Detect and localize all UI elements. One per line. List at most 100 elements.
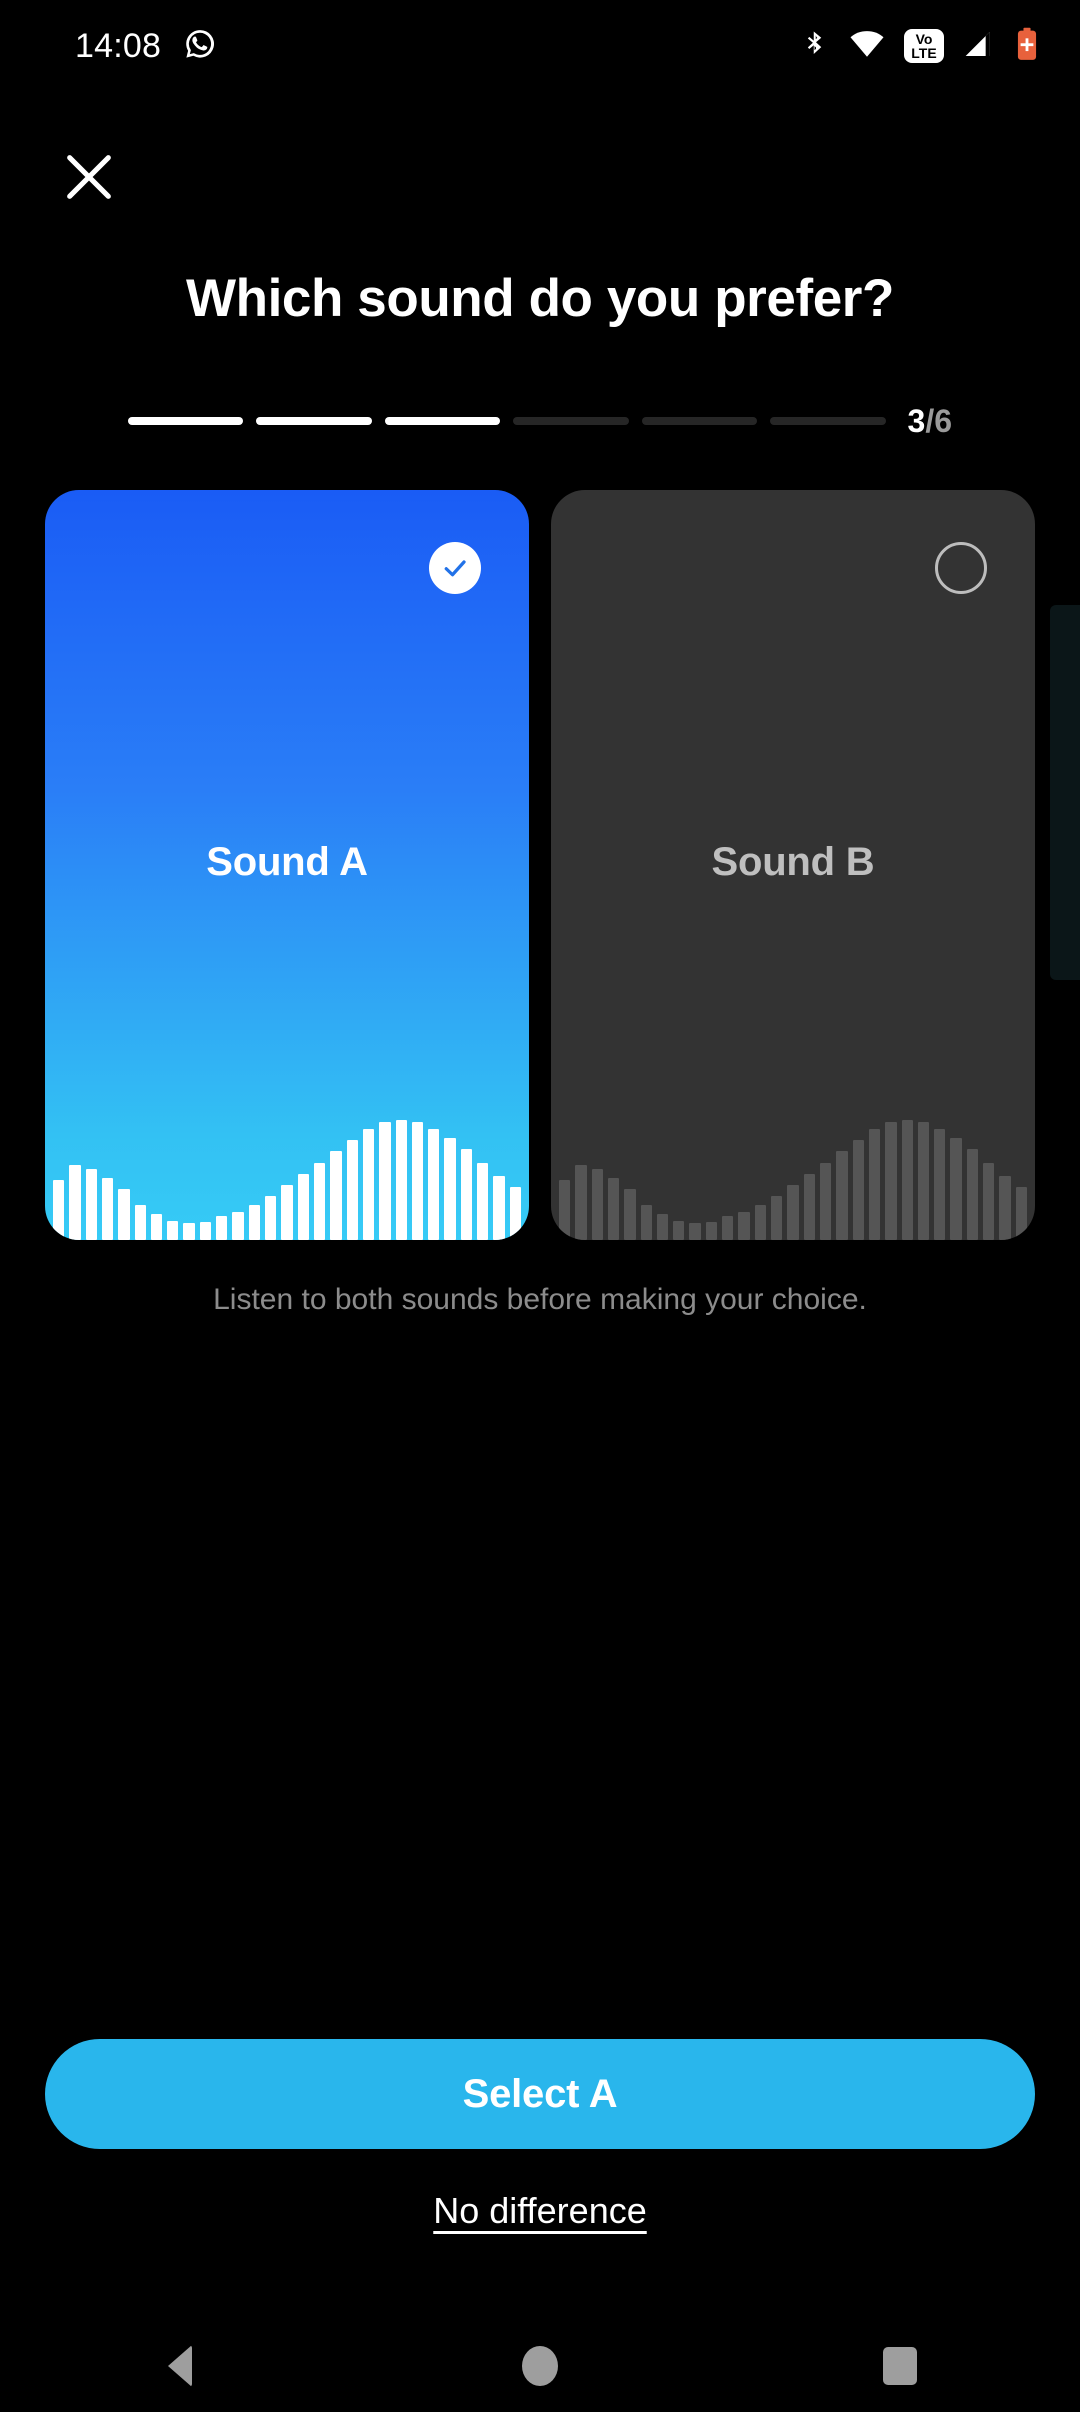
home-circle-icon <box>522 2346 558 2386</box>
waveform-bar <box>52 1180 65 1240</box>
progress-segment <box>384 417 501 425</box>
waveform-bar <box>787 1184 799 1240</box>
back-nav-button[interactable] <box>120 2320 240 2412</box>
waveform-bar <box>346 1140 358 1240</box>
close-button[interactable] <box>50 138 128 216</box>
waveform-bar <box>395 1120 407 1240</box>
volte-top-text: Vo <box>915 31 933 47</box>
sound-a-card[interactable]: Sound A <box>45 490 529 1240</box>
no-difference-link[interactable]: No difference <box>0 2190 1080 2232</box>
waveform-bar <box>232 1211 244 1240</box>
bluetooth-icon <box>800 27 830 66</box>
waveform-bar <box>852 1140 864 1240</box>
sound-b-selected-indicator[interactable] <box>935 542 987 594</box>
waveform-bar <box>477 1162 489 1240</box>
waveform-bar <box>118 1189 130 1240</box>
status-bar-clock: 14:08 <box>75 26 162 65</box>
waveform-bar <box>265 1196 277 1240</box>
progress-segment <box>128 417 244 425</box>
waveform-bar <box>722 1216 734 1240</box>
waveform-bar <box>819 1162 832 1240</box>
waveform-bar <box>69 1164 81 1240</box>
waveform-bar <box>313 1162 326 1240</box>
step-current: 3 <box>907 402 926 439</box>
waveform-bar <box>836 1151 848 1240</box>
waveform-bar <box>85 1169 97 1240</box>
sound-b-label: Sound B <box>711 840 875 884</box>
sound-a-label: Sound A <box>206 840 368 884</box>
select-a-button[interactable]: Select A <box>45 2039 1035 2149</box>
progress-segment <box>770 417 886 425</box>
status-bar-right: Vo LTE <box>800 27 1040 66</box>
waveform-bar <box>379 1122 391 1240</box>
progress-segments <box>128 417 886 425</box>
waveform-bar <box>150 1214 163 1240</box>
check-icon <box>444 560 466 577</box>
waveform-bar <box>966 1149 979 1240</box>
cellular-signal-icon <box>963 28 995 65</box>
waveform-bar <box>607 1178 620 1240</box>
waveform-bar <box>167 1220 179 1240</box>
waveform-bar <box>101 1178 114 1240</box>
waveform-bar <box>738 1211 750 1240</box>
step-total: /6 <box>925 402 952 439</box>
status-bar-left: 14:08 <box>75 27 217 66</box>
waveform-bar <box>575 1164 587 1240</box>
back-triangle-icon <box>168 2345 192 2387</box>
waveform-bar <box>934 1128 946 1240</box>
waveform-bar <box>950 1137 962 1240</box>
waveform-bar <box>558 1180 571 1240</box>
offscreen-panel-edge <box>1050 605 1080 980</box>
whatsapp-icon <box>183 27 217 66</box>
recents-nav-button[interactable] <box>840 2320 960 2412</box>
waveform-bar <box>885 1122 897 1240</box>
waveform-bar <box>803 1173 815 1240</box>
waveform-bar <box>917 1122 930 1240</box>
waveform-bar <box>771 1196 783 1240</box>
status-bar: 14:08 Vo LTE <box>0 0 1080 92</box>
close-icon <box>67 155 111 199</box>
sound-choice-cards: Sound A Sound B <box>45 490 1035 1240</box>
waveform-bar <box>673 1220 685 1240</box>
home-nav-button[interactable] <box>480 2320 600 2412</box>
wifi-icon <box>849 29 885 64</box>
waveform-bar <box>705 1221 718 1240</box>
waveform-bar <box>868 1128 881 1240</box>
waveform-bar <box>509 1187 522 1240</box>
progress-segment <box>256 417 372 425</box>
waveform-bar <box>134 1205 146 1240</box>
waveform-bar <box>493 1176 505 1240</box>
waveform-bar <box>640 1205 652 1240</box>
waveform-bar <box>248 1205 261 1240</box>
waveform-bar <box>411 1122 424 1240</box>
battery-saver-icon <box>1014 27 1040 66</box>
waveform-bar <box>460 1149 473 1240</box>
waveform-bar <box>624 1189 636 1240</box>
waveform-bar <box>983 1162 995 1240</box>
volte-icon: Vo LTE <box>904 29 944 63</box>
step-counter: 3/6 <box>908 403 952 440</box>
volte-bottom-text: LTE <box>911 45 937 61</box>
page-title: Which sound do you prefer? <box>185 269 895 328</box>
waveform-bar <box>199 1221 212 1240</box>
waveform-bar <box>183 1223 195 1240</box>
hint-text: Listen to both sounds before making your… <box>213 1283 867 1316</box>
sound-b-card[interactable]: Sound B <box>551 490 1035 1240</box>
waveform-bar <box>901 1120 913 1240</box>
waveform-bar <box>297 1173 309 1240</box>
waveform-bar <box>444 1137 456 1240</box>
waveform-bar <box>281 1184 293 1240</box>
waveform-bar <box>754 1205 767 1240</box>
sound-a-selected-indicator[interactable] <box>429 542 481 594</box>
waveform-bar <box>591 1169 603 1240</box>
waveform-bar <box>362 1128 375 1240</box>
app-screen: 14:08 Vo LTE Which sound do you prefer? … <box>0 0 1080 2412</box>
waveform-bar <box>428 1128 440 1240</box>
waveform-bar <box>656 1214 669 1240</box>
progress-segment <box>513 417 629 425</box>
waveform-bar <box>216 1216 228 1240</box>
progress-indicator: 3/6 <box>128 403 952 439</box>
waveform-bar <box>1015 1187 1028 1240</box>
recents-square-icon <box>883 2347 917 2385</box>
no-difference-label: No difference <box>433 2190 647 2231</box>
